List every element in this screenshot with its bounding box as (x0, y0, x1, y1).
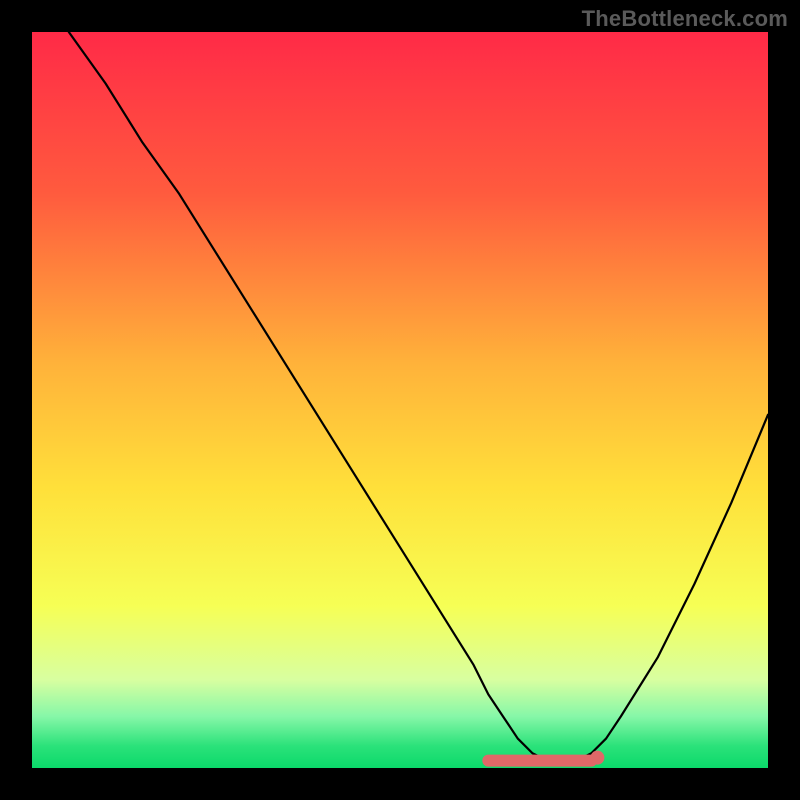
plot-area (32, 32, 768, 768)
chart-stage: TheBottleneck.com (0, 0, 800, 800)
watermark-label: TheBottleneck.com (582, 6, 788, 32)
bottleneck-chart (32, 32, 768, 768)
